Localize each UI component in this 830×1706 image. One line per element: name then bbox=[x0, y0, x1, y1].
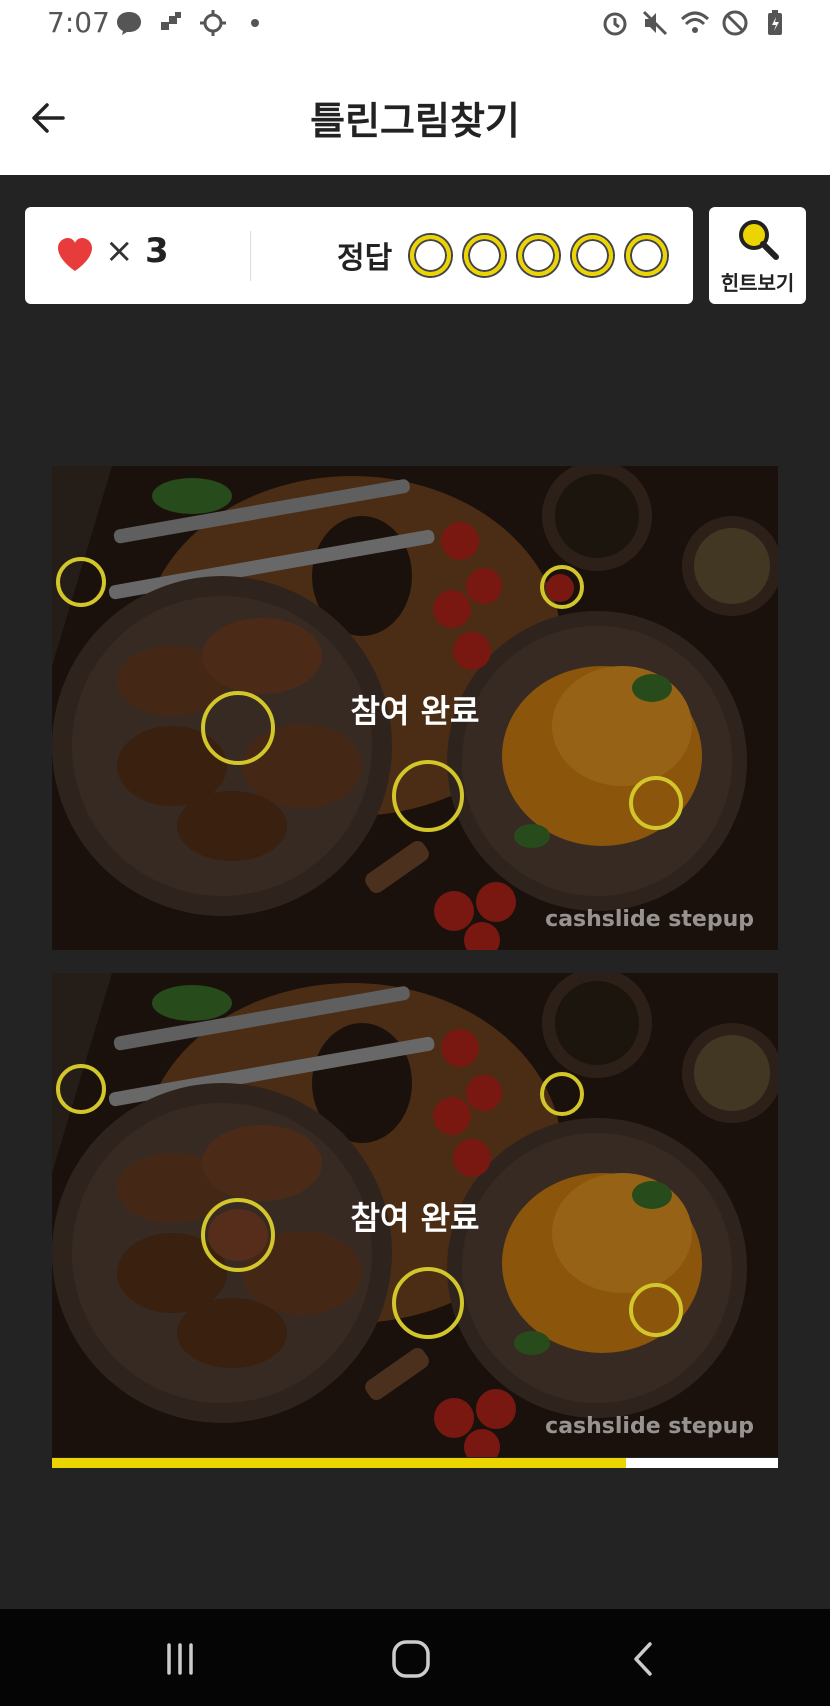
nav-back-button[interactable] bbox=[614, 1631, 674, 1687]
battery-icon bbox=[760, 8, 790, 38]
magnifier-icon bbox=[739, 220, 779, 260]
answer-slot bbox=[626, 235, 667, 276]
answer-slot bbox=[464, 235, 505, 276]
answer-slot bbox=[410, 235, 451, 276]
found-spot-marker bbox=[56, 557, 106, 607]
answer-slot bbox=[518, 235, 559, 276]
home-button[interactable] bbox=[381, 1631, 441, 1687]
hint-label: 힌트보기 bbox=[720, 271, 795, 295]
status-icons-left bbox=[114, 8, 270, 38]
home-icon bbox=[392, 1640, 430, 1678]
settings-icon bbox=[198, 8, 228, 38]
found-spot-marker bbox=[629, 1283, 683, 1337]
found-spot-marker bbox=[540, 565, 584, 609]
heart-icon bbox=[58, 238, 92, 271]
watermark: cashslide stepup bbox=[545, 1414, 754, 1439]
nav-back-icon bbox=[634, 1642, 652, 1676]
found-spot-marker bbox=[629, 776, 683, 830]
timer-progress-fill bbox=[52, 1458, 626, 1468]
system-nav-bar bbox=[0, 1609, 830, 1706]
status-bar: 7:07 bbox=[0, 0, 830, 50]
found-spot-marker bbox=[56, 1064, 106, 1114]
found-spot-marker bbox=[540, 1072, 584, 1116]
participation-complete-label: 참여 완료 bbox=[350, 692, 480, 730]
status-icons-right bbox=[600, 8, 790, 38]
app-bar: 틀린그림찾기 bbox=[0, 50, 830, 175]
mute-icon bbox=[640, 8, 670, 38]
recent-apps-icon bbox=[167, 1643, 193, 1675]
found-spot-marker bbox=[392, 760, 464, 832]
original-image[interactable]: 참여 완료 cashslide stepup bbox=[52, 466, 778, 950]
found-spot-marker bbox=[392, 1267, 464, 1339]
recent-apps-button[interactable] bbox=[150, 1631, 210, 1687]
answer-label: 정답 bbox=[337, 241, 393, 276]
answer-slots bbox=[410, 235, 667, 276]
timer-progress-bar bbox=[52, 1458, 778, 1468]
times-symbol: × bbox=[105, 231, 134, 271]
lives-count: 3 bbox=[145, 231, 169, 271]
wifi-icon bbox=[680, 8, 710, 38]
watermark: cashslide stepup bbox=[545, 907, 754, 932]
divider bbox=[250, 231, 251, 281]
hint-button[interactable]: 힌트보기 bbox=[709, 207, 806, 304]
modified-image[interactable]: 참여 완료 cashslide stepup bbox=[52, 973, 778, 1457]
status-time: 7:07 bbox=[47, 6, 110, 39]
messenger-icon bbox=[114, 8, 144, 38]
page-title: 틀린그림찾기 bbox=[310, 99, 520, 143]
no-sim-icon bbox=[720, 8, 750, 38]
app-icon bbox=[156, 8, 186, 38]
alarm-icon bbox=[600, 8, 630, 38]
game-status-panel: × 3 정답 bbox=[25, 207, 693, 304]
participation-complete-label: 참여 완료 bbox=[350, 1199, 480, 1237]
dot-icon bbox=[240, 8, 270, 38]
answer-slot bbox=[572, 235, 613, 276]
